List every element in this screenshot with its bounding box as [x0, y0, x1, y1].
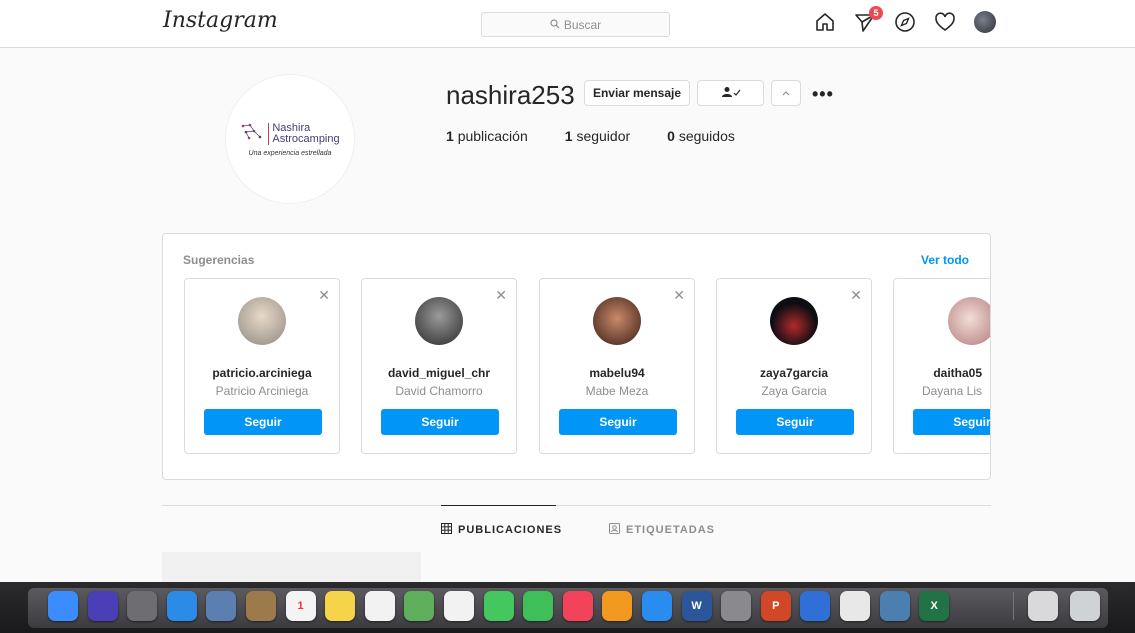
suggestion-username[interactable]: patricio.arciniega [185, 366, 339, 380]
suggestion-card: ✕ patricio.arciniega Patricio Arciniega … [184, 278, 340, 454]
dock-launchpad-icon[interactable] [127, 591, 158, 621]
post-thumbnail[interactable] [162, 552, 421, 582]
profile-stats: 1 publicación 1 seguidor 0 seguidos [446, 128, 735, 144]
followers-count[interactable]: 1 seguidor [565, 128, 630, 144]
profile-username: nashira253 [446, 80, 575, 110]
dock-keynote-icon[interactable] [800, 591, 831, 621]
dock-books-icon[interactable] [602, 591, 633, 621]
follow-button[interactable]: Seguir [204, 409, 322, 435]
profile-picture[interactable]: Nashira Astrocamping Una experiencia est… [225, 74, 355, 204]
search-input[interactable]: Buscar [481, 12, 670, 37]
suggestion-fullname: David Chamorro [395, 384, 483, 398]
dock-facetime-icon[interactable] [523, 591, 554, 621]
heart-icon[interactable] [933, 10, 957, 34]
dock-trash-icon[interactable] [1070, 591, 1100, 621]
dock-excel-icon[interactable]: X [919, 591, 950, 621]
dock-downloads-icon[interactable] [1028, 591, 1058, 621]
send-message-button[interactable]: Enviar mensaje [584, 80, 690, 106]
suggestion-username[interactable]: david_miguel_chr [362, 366, 516, 380]
suggestion-username[interactable]: zaya7garcia [717, 366, 871, 380]
dock-calendar-icon[interactable]: 1 [285, 591, 316, 621]
tagged-icon [609, 523, 620, 537]
suggestion-card: ✕ mabelu94 Mabe Meza Seguir [539, 278, 695, 454]
dock-finder-icon[interactable] [48, 591, 78, 621]
dock-siri-icon[interactable] [87, 591, 118, 621]
suggestion-username[interactable]: daitha05 [894, 366, 982, 380]
following-count[interactable]: 0 seguidos [667, 128, 735, 144]
brand-tagline: Una experiencia estrellada [248, 149, 332, 157]
avatar[interactable] [593, 297, 641, 345]
dock-contacts-icon[interactable] [246, 591, 276, 621]
search-placeholder: Buscar [563, 17, 602, 32]
top-nav: Instagram Buscar 5 [0, 0, 1135, 48]
close-icon[interactable]: ✕ [495, 287, 507, 304]
chevron-up-icon [781, 86, 791, 100]
close-icon[interactable]: ✕ [850, 287, 862, 304]
avatar[interactable] [770, 297, 818, 345]
follow-button[interactable]: Seguir [559, 409, 677, 435]
follow-button[interactable]: Seguir [736, 409, 854, 435]
search-icon [550, 18, 560, 32]
tab-tagged[interactable]: ETIQUETADAS [609, 523, 715, 537]
person-check-icon [721, 86, 741, 101]
dock-reminders-icon[interactable] [364, 591, 395, 621]
suggestion-fullname: Mabe Meza [585, 384, 649, 398]
active-tab-indicator [441, 505, 556, 506]
dock-photos-icon[interactable] [444, 591, 474, 621]
explore-icon[interactable] [893, 10, 917, 34]
dock-maps-icon[interactable] [404, 591, 435, 621]
constellation-icon [240, 122, 264, 147]
dock-separator [1013, 592, 1014, 620]
grid-icon [441, 523, 452, 537]
dock-notes-icon[interactable] [325, 591, 356, 621]
dock-preview-icon[interactable] [206, 591, 237, 621]
avatar[interactable] [238, 297, 286, 345]
close-icon[interactable]: ✕ [673, 287, 685, 304]
tabs-divider [162, 505, 991, 506]
direct-icon[interactable]: 5 [853, 6, 883, 34]
dock-system-preferences-icon[interactable] [721, 591, 752, 621]
brand-name: Nashira Astrocamping [268, 123, 340, 145]
more-options-icon[interactable]: ••• [812, 84, 834, 105]
instagram-logo[interactable]: Instagram [163, 8, 278, 33]
suggestion-fullname: Patricio Arciniega [215, 384, 309, 398]
follow-button[interactable]: Seguir [381, 409, 499, 435]
suggestion-card: daitha05 Dayana Lis Seguir [893, 278, 990, 454]
suggestion-username[interactable]: mabelu94 [540, 366, 694, 380]
dock-app-store-icon[interactable] [642, 591, 672, 621]
following-button[interactable] [697, 80, 764, 106]
dock-safari-icon[interactable] [166, 591, 197, 621]
dock-messages-icon[interactable] [483, 591, 514, 621]
suggestion-fullname: Zaya Garcia [761, 384, 827, 398]
suggestions-toggle-button[interactable] [771, 80, 801, 106]
suggestion-fullname: Dayana Lis [921, 384, 982, 398]
dock-word-icon[interactable]: W [681, 591, 712, 621]
avatar [974, 11, 996, 33]
follow-button[interactable]: Seguir [913, 409, 990, 435]
profile-avatar-button[interactable] [973, 10, 997, 34]
see-all-link[interactable]: Ver todo [921, 253, 969, 267]
suggestions-title: Sugerencias [183, 253, 255, 267]
close-icon[interactable]: ✕ [318, 287, 330, 304]
suggestion-card: ✕ david_miguel_chr David Chamorro Seguir [361, 278, 517, 454]
macos-dock: 1 W P X [0, 582, 1135, 633]
suggestion-card: ✕ zaya7garcia Zaya Garcia Seguir [716, 278, 872, 454]
dock-chrome-icon[interactable] [840, 591, 870, 621]
avatar[interactable] [415, 297, 463, 345]
dock-powerpoint-icon[interactable]: P [760, 591, 791, 621]
dock-network-icon[interactable] [879, 591, 910, 621]
notification-badge: 5 [869, 6, 883, 20]
suggestions-panel: Sugerencias Ver todo ✕ patricio.arcinieg… [162, 233, 991, 480]
posts-count[interactable]: 1 publicación [446, 128, 528, 144]
tab-posts[interactable]: PUBLICACIONES [441, 523, 562, 537]
home-icon[interactable] [813, 10, 837, 34]
avatar[interactable] [948, 297, 990, 345]
dock-music-icon[interactable] [562, 591, 593, 621]
